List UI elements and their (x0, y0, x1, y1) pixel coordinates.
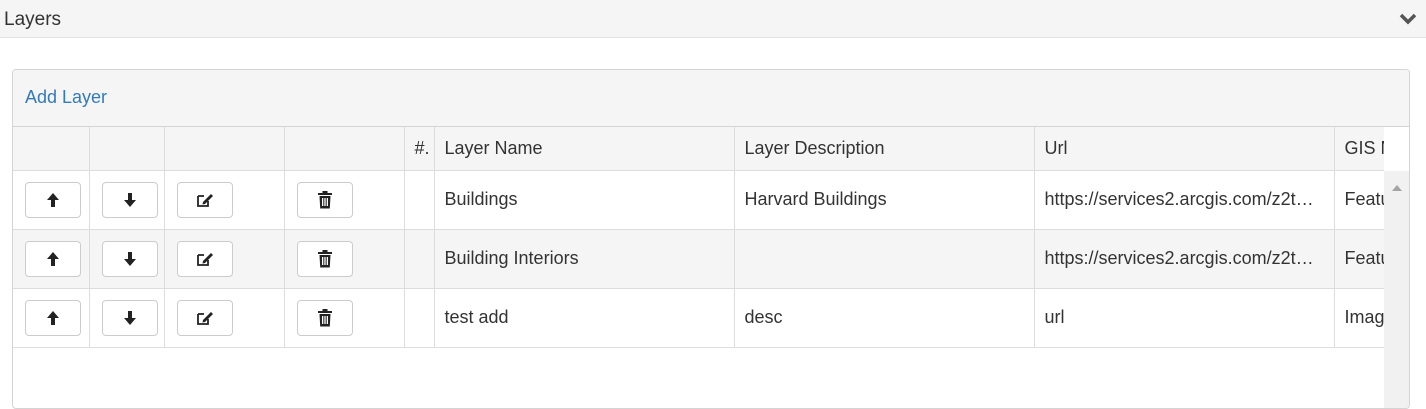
action-cell (284, 229, 405, 289)
delete-button[interactable] (296, 181, 353, 218)
column-header-edit (164, 127, 285, 171)
table-row[interactable]: Building Interiors https://services2.arcg… (13, 229, 1384, 289)
gis-map-type-cell: Feature (1334, 170, 1384, 230)
column-header-layer-name[interactable]: Layer Name (434, 127, 735, 171)
edit-icon (196, 251, 214, 267)
layer-name-cell: test add (434, 288, 735, 348)
column-header-delete (284, 127, 405, 171)
delete-button[interactable] (296, 299, 353, 336)
row-number-cell (404, 229, 435, 289)
url-cell: https://services2.arcgis.com/z2tnIiEH39h… (1034, 229, 1335, 289)
action-cell (89, 170, 165, 230)
row-number-cell (404, 170, 435, 230)
section-title: Layers (4, 9, 62, 30)
layers-panel: Add Layer #. Layer Name Layer Descriptio… (12, 69, 1410, 409)
column-header-number[interactable]: #. (404, 127, 435, 171)
action-cell (284, 170, 405, 230)
layer-name-cell: Buildings (434, 170, 735, 230)
column-header-url[interactable]: Url (1034, 127, 1335, 171)
table-header-row: #. Layer Name Layer Description Url GIS … (13, 127, 1384, 171)
arrow-up-icon (46, 310, 60, 326)
edit-icon (196, 192, 214, 208)
layer-name-cell: Building Interiors (434, 229, 735, 289)
vertical-scrollbar[interactable] (1384, 171, 1409, 408)
trash-icon (317, 190, 333, 209)
move-down-button[interactable] (101, 240, 158, 277)
scroll-up-arrow-icon[interactable] (1391, 179, 1403, 197)
column-header-move-up (13, 127, 90, 171)
action-cell (13, 288, 90, 348)
action-cell (164, 170, 285, 230)
move-up-button[interactable] (25, 240, 81, 277)
column-header-layer-description[interactable]: Layer Description (734, 127, 1035, 171)
move-down-button[interactable] (101, 299, 158, 336)
edit-button[interactable] (176, 299, 233, 336)
url-cell: url (1034, 288, 1335, 348)
layer-description-cell: Harvard Buildings (734, 170, 1035, 230)
table-row[interactable]: test adddescurlImage (13, 288, 1384, 348)
edit-icon (196, 310, 214, 326)
gis-map-type-cell: Feature (1334, 229, 1384, 289)
move-up-button[interactable] (25, 181, 81, 218)
delete-button[interactable] (296, 240, 353, 277)
move-down-button[interactable] (101, 181, 158, 218)
trash-icon (317, 249, 333, 268)
url-cell: https://services2.arcgis.com/z2tnIiEH39h… (1034, 170, 1335, 230)
column-header-move-down (89, 127, 165, 171)
row-number-cell (404, 288, 435, 348)
section-header: Layers (0, 0, 1426, 38)
arrow-down-icon (123, 310, 137, 326)
table-row[interactable]: Buildings Harvard Buildings https://servic… (13, 170, 1384, 230)
layer-description-cell (734, 229, 1035, 289)
arrow-up-icon (46, 251, 60, 267)
arrow-down-icon (123, 192, 137, 208)
trash-icon (317, 308, 333, 327)
action-cell (13, 229, 90, 289)
arrow-up-icon (46, 192, 60, 208)
action-cell (164, 229, 285, 289)
move-up-button[interactable] (25, 299, 81, 336)
action-cell (89, 229, 165, 289)
action-cell (13, 170, 90, 230)
edit-button[interactable] (176, 181, 233, 218)
chevron-down-icon[interactable] (1399, 12, 1417, 26)
layers-table: #. Layer Name Layer Description Url GIS … (13, 127, 1384, 348)
gis-map-type-cell: Image (1334, 288, 1384, 348)
panel-heading: Add Layer (13, 70, 1409, 127)
layers-grid: #. Layer Name Layer Description Url GIS … (13, 127, 1384, 408)
edit-button[interactable] (176, 240, 233, 277)
action-cell (284, 288, 405, 348)
column-header-gis-map-type[interactable]: GIS Map Type (1334, 127, 1384, 171)
action-cell (164, 288, 285, 348)
layer-description-cell: desc (734, 288, 1035, 348)
action-cell (89, 288, 165, 348)
arrow-down-icon (123, 251, 137, 267)
add-layer-link[interactable]: Add Layer (25, 87, 107, 108)
